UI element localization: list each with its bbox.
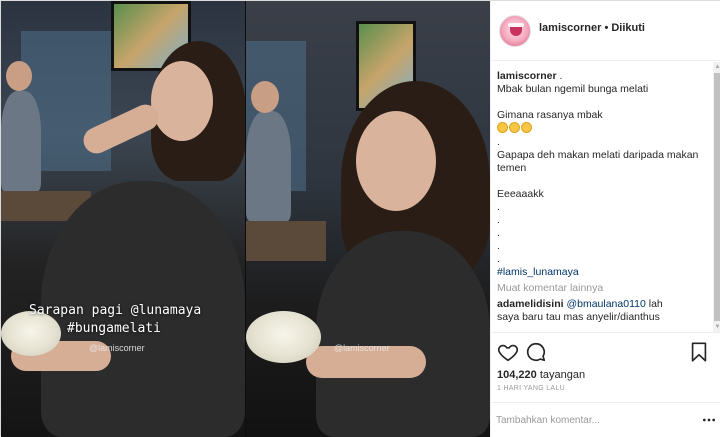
instagram-post: Sarapan pagi @lunamaya #bungamelati @lam…	[0, 0, 720, 437]
caption-line: Mbak bulan ngemil bunga melati	[497, 83, 649, 95]
post-user: lamiscorner • Diikuti	[539, 22, 645, 34]
more-options-icon[interactable]	[701, 412, 717, 428]
views-count: 104,220 tayangan	[497, 369, 586, 381]
person-body	[316, 231, 490, 437]
scroll-up-arrow-icon[interactable]: ▲	[713, 62, 720, 72]
caption-line: Gimana rasanya mbak	[497, 109, 603, 121]
heart-icon[interactable]	[497, 341, 519, 363]
comment-mention[interactable]: @bmaulana0110	[566, 298, 645, 310]
header-separator: •	[604, 22, 609, 34]
background-person-head	[6, 61, 32, 91]
desk	[246, 221, 326, 261]
add-comment-bar	[491, 402, 720, 437]
caption-line: Eeeaaakk	[497, 188, 544, 200]
caption-line: .	[497, 214, 500, 226]
video-watermark: @lamiscorner	[334, 343, 390, 353]
avatar[interactable]	[499, 15, 531, 47]
comment-line: saya baru tau mas anyelir/dianthus	[497, 311, 660, 323]
caption-line: Gapapa deh makan melati daripada makan	[497, 149, 699, 161]
caption-line: .	[497, 253, 500, 265]
face	[151, 61, 213, 141]
caption-line: temen	[497, 162, 527, 174]
emoji-row	[497, 122, 713, 136]
add-comment-input[interactable]	[496, 410, 692, 430]
caption-username[interactable]: lamiscorner	[497, 70, 557, 82]
comments-area: lamiscorner . Mbak bulan ngemil bunga me…	[491, 62, 713, 332]
video-overlay-line1: Sarapan pagi @lunamaya	[29, 303, 202, 318]
comment-line: adamelidisini @bmaulana0110 lah	[497, 298, 663, 310]
video-overlay-line2: #bungamelati	[67, 321, 161, 336]
follow-status-button[interactable]: Diikuti	[611, 22, 645, 34]
caption-line: lamiscorner .	[497, 70, 563, 82]
laughing-emoji-icon	[521, 122, 532, 133]
caption-line: .	[497, 201, 500, 213]
laughing-emoji-icon	[509, 122, 520, 133]
logo-cup-top	[508, 23, 524, 27]
background-person-head	[251, 81, 279, 113]
post-side-panel: lamiscorner • Diikuti lamiscorner . Mbak…	[490, 1, 720, 437]
comments-scrollbar[interactable]: ▲ ▼	[713, 62, 720, 332]
post-header: lamiscorner • Diikuti	[491, 1, 720, 61]
video-frame-left: Sarapan pagi @lunamaya #bungamelati @lam…	[1, 1, 245, 437]
caption-line: .	[497, 240, 500, 252]
post-actions: 104,220 tayangan 1 HARI YANG LALU	[491, 332, 720, 402]
video-watermark: @lamiscorner	[89, 343, 145, 353]
background-person	[1, 91, 41, 191]
caption-line	[497, 175, 713, 188]
caption-line: .	[497, 136, 500, 148]
post-date[interactable]: 1 HARI YANG LALU	[497, 385, 565, 392]
scroll-down-arrow-icon[interactable]: ▼	[713, 322, 720, 332]
background-person	[246, 111, 291, 221]
caption-line: .	[497, 227, 500, 239]
laughing-emoji-icon	[497, 122, 508, 133]
load-more-comments-link[interactable]: Muat komentar lainnya	[497, 282, 713, 295]
username-link[interactable]: lamiscorner	[539, 22, 601, 34]
face	[356, 111, 436, 211]
caption-line	[497, 96, 713, 109]
jasmine-bowl	[246, 311, 321, 363]
bookmark-icon[interactable]	[688, 341, 710, 363]
video-frame-right: @lamiscorner	[246, 1, 490, 437]
comment-icon[interactable]	[525, 341, 547, 363]
comment-username[interactable]: adamelidisini	[497, 298, 564, 310]
scrollbar-thumb[interactable]	[714, 73, 720, 321]
video-media[interactable]: Sarapan pagi @lunamaya #bungamelati @lam…	[1, 1, 490, 437]
hashtag-link[interactable]: #lamis_lunamaya	[497, 266, 713, 279]
